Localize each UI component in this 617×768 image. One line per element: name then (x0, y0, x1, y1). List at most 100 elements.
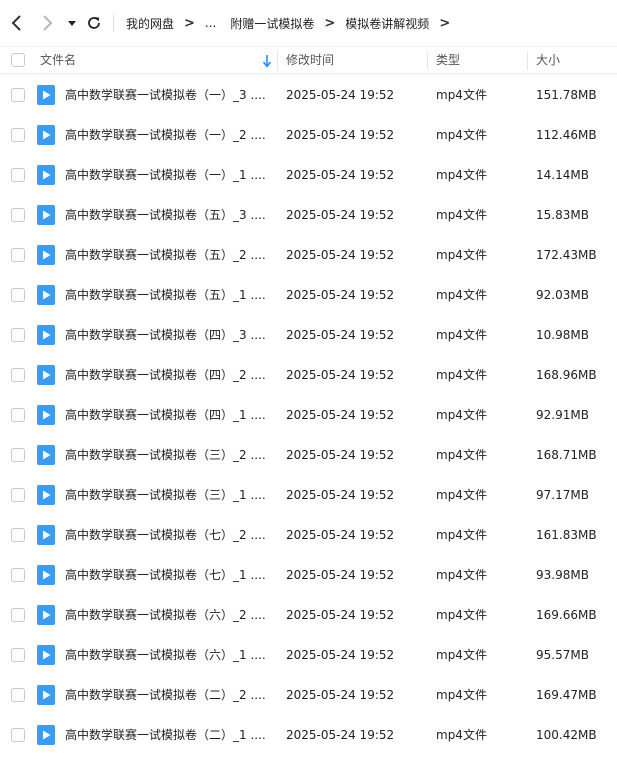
column-type-header[interactable]: 类型 (436, 47, 460, 74)
toolbar-divider (113, 14, 114, 32)
row-checkbox[interactable] (11, 528, 25, 542)
row-checkbox[interactable] (11, 648, 25, 662)
breadcrumb-item-current[interactable]: 模拟卷讲解视频 (343, 15, 431, 32)
back-button[interactable] (6, 12, 28, 34)
file-row[interactable]: 高中数学联赛一试模拟卷（五）_2 .... 2025-05-24 19:52 mp4… (0, 235, 617, 275)
chevron-left-icon (11, 15, 21, 31)
video-file-icon (37, 85, 55, 105)
file-name[interactable]: 高中数学联赛一试模拟卷（二）_2 .... (65, 675, 275, 715)
file-name[interactable]: 高中数学联赛一试模拟卷（六）_1 .... (65, 635, 275, 675)
file-modified: 2025-05-24 19:52 (286, 208, 395, 222)
file-row[interactable]: 高中数学联赛一试模拟卷（二）_1 .... 2025-05-24 19:52 mp4… (0, 715, 617, 755)
row-checkbox[interactable] (11, 488, 25, 502)
file-name[interactable]: 高中数学联赛一试模拟卷（一）_1 .... (65, 155, 275, 195)
breadcrumb-separator-icon[interactable]: > (431, 16, 458, 31)
breadcrumb-item-ellipsis[interactable]: ... (203, 16, 218, 30)
file-name[interactable]: 高中数学联赛一试模拟卷（二）_1 .... (65, 715, 275, 755)
row-checkbox[interactable] (11, 368, 25, 382)
file-type: mp4文件 (436, 208, 487, 222)
file-row[interactable]: 高中数学联赛一试模拟卷（一）_3 .... 2025-05-24 19:52 mp4… (0, 75, 617, 115)
file-modified: 2025-05-24 19:52 (286, 288, 395, 302)
row-checkbox[interactable] (11, 248, 25, 262)
select-all-checkbox[interactable] (11, 53, 25, 67)
row-checkbox[interactable] (11, 288, 25, 302)
file-name[interactable]: 高中数学联赛一试模拟卷（五）_3 .... (65, 195, 275, 235)
file-row[interactable]: 高中数学联赛一试模拟卷（三）_1 .... 2025-05-24 19:52 mp4… (0, 475, 617, 515)
row-checkbox[interactable] (11, 568, 25, 582)
row-checkbox[interactable] (11, 408, 25, 422)
file-type: mp4文件 (436, 88, 487, 102)
file-name[interactable]: 高中数学联赛一试模拟卷（五）_2 .... (65, 235, 275, 275)
row-checkbox[interactable] (11, 88, 25, 102)
column-divider[interactable] (527, 51, 528, 70)
breadcrumb-item-root[interactable]: 我的网盘 (124, 15, 176, 32)
column-size-header[interactable]: 大小 (536, 47, 560, 74)
forward-button[interactable] (36, 12, 58, 34)
video-file-icon (37, 325, 55, 345)
file-modified: 2025-05-24 19:52 (286, 408, 395, 422)
row-checkbox[interactable] (11, 208, 25, 222)
file-row[interactable]: 高中数学联赛一试模拟卷（六）_2 .... 2025-05-24 19:52 mp4… (0, 595, 617, 635)
file-modified: 2025-05-24 19:52 (286, 248, 395, 262)
file-name[interactable]: 高中数学联赛一试模拟卷（三）_2 .... (65, 435, 275, 475)
file-row[interactable]: 高中数学联赛一试模拟卷（四）_3 .... 2025-05-24 19:52 mp4… (0, 315, 617, 355)
file-name[interactable]: 高中数学联赛一试模拟卷（六）_2 .... (65, 595, 275, 635)
video-file-icon (37, 445, 55, 465)
file-size: 100.42MB (536, 728, 597, 742)
history-dropdown-button[interactable] (64, 12, 80, 34)
video-file-icon (37, 365, 55, 385)
file-name[interactable]: 高中数学联赛一试模拟卷（四）_2 .... (65, 355, 275, 395)
sort-down-arrow-icon[interactable] (262, 54, 272, 68)
file-size: 112.46MB (536, 128, 597, 142)
file-name[interactable]: 高中数学联赛一试模拟卷（四）_1 .... (65, 395, 275, 435)
video-file-icon (37, 565, 55, 585)
file-type: mp4文件 (436, 728, 487, 742)
file-name[interactable]: 高中数学联赛一试模拟卷（四）_3 .... (65, 315, 275, 355)
file-name[interactable]: 高中数学联赛一试模拟卷（一）_3 .... (65, 75, 275, 115)
file-row[interactable]: 高中数学联赛一试模拟卷（四）_1 .... 2025-05-24 19:52 mp4… (0, 395, 617, 435)
row-checkbox[interactable] (11, 608, 25, 622)
row-checkbox[interactable] (11, 128, 25, 142)
file-row[interactable]: 高中数学联赛一试模拟卷（五）_1 .... 2025-05-24 19:52 mp4… (0, 275, 617, 315)
file-row[interactable]: 高中数学联赛一试模拟卷（一）_2 .... 2025-05-24 19:52 mp4… (0, 115, 617, 155)
column-name-header[interactable]: 文件名 (40, 47, 76, 74)
file-row[interactable]: 高中数学联赛一试模拟卷（七）_2 .... 2025-05-24 19:52 mp4… (0, 515, 617, 555)
file-name[interactable]: 高中数学联赛一试模拟卷（五）_1 .... (65, 275, 275, 315)
row-checkbox[interactable] (11, 168, 25, 182)
row-checkbox[interactable] (11, 328, 25, 342)
row-checkbox[interactable] (11, 728, 25, 742)
file-modified: 2025-05-24 19:52 (286, 168, 395, 182)
file-modified: 2025-05-24 19:52 (286, 728, 395, 742)
row-checkbox[interactable] (11, 448, 25, 462)
file-type: mp4文件 (436, 688, 487, 702)
file-modified: 2025-05-24 19:52 (286, 368, 395, 382)
file-modified: 2025-05-24 19:52 (286, 488, 395, 502)
file-name[interactable]: 高中数学联赛一试模拟卷（七）_2 .... (65, 515, 275, 555)
file-type: mp4文件 (436, 488, 487, 502)
video-file-icon (37, 165, 55, 185)
file-size: 169.66MB (536, 608, 597, 622)
file-row[interactable]: 高中数学联赛一试模拟卷（七）_1 .... 2025-05-24 19:52 mp4… (0, 555, 617, 595)
refresh-button[interactable] (84, 12, 104, 34)
file-size: 92.91MB (536, 408, 589, 422)
file-size: 97.17MB (536, 488, 589, 502)
file-row[interactable]: 高中数学联赛一试模拟卷（六）_1 .... 2025-05-24 19:52 mp4… (0, 635, 617, 675)
file-row[interactable]: 高中数学联赛一试模拟卷（三）_2 .... 2025-05-24 19:52 mp4… (0, 435, 617, 475)
file-list: 高中数学联赛一试模拟卷（一）_3 .... 2025-05-24 19:52 mp4… (0, 75, 617, 755)
file-name[interactable]: 高中数学联赛一试模拟卷（三）_1 .... (65, 475, 275, 515)
column-divider[interactable] (427, 51, 428, 70)
row-checkbox[interactable] (11, 688, 25, 702)
file-type: mp4文件 (436, 248, 487, 262)
file-row[interactable]: 高中数学联赛一试模拟卷（五）_3 .... 2025-05-24 19:52 mp4… (0, 195, 617, 235)
file-name[interactable]: 高中数学联赛一试模拟卷（一）_2 .... (65, 115, 275, 155)
column-divider[interactable] (277, 51, 278, 70)
file-row[interactable]: 高中数学联赛一试模拟卷（二）_2 .... 2025-05-24 19:52 mp4… (0, 675, 617, 715)
file-name[interactable]: 高中数学联赛一试模拟卷（七）_1 .... (65, 555, 275, 595)
file-row[interactable]: 高中数学联赛一试模拟卷（一）_1 .... 2025-05-24 19:52 mp4… (0, 155, 617, 195)
breadcrumb-item-parent[interactable]: 附赠一试模拟卷 (218, 15, 316, 32)
video-file-icon (37, 125, 55, 145)
video-file-icon (37, 605, 55, 625)
breadcrumb-separator-icon: > (324, 15, 336, 31)
file-row[interactable]: 高中数学联赛一试模拟卷（四）_2 .... 2025-05-24 19:52 mp4… (0, 355, 617, 395)
column-modified-header[interactable]: 修改时间 (286, 47, 334, 74)
